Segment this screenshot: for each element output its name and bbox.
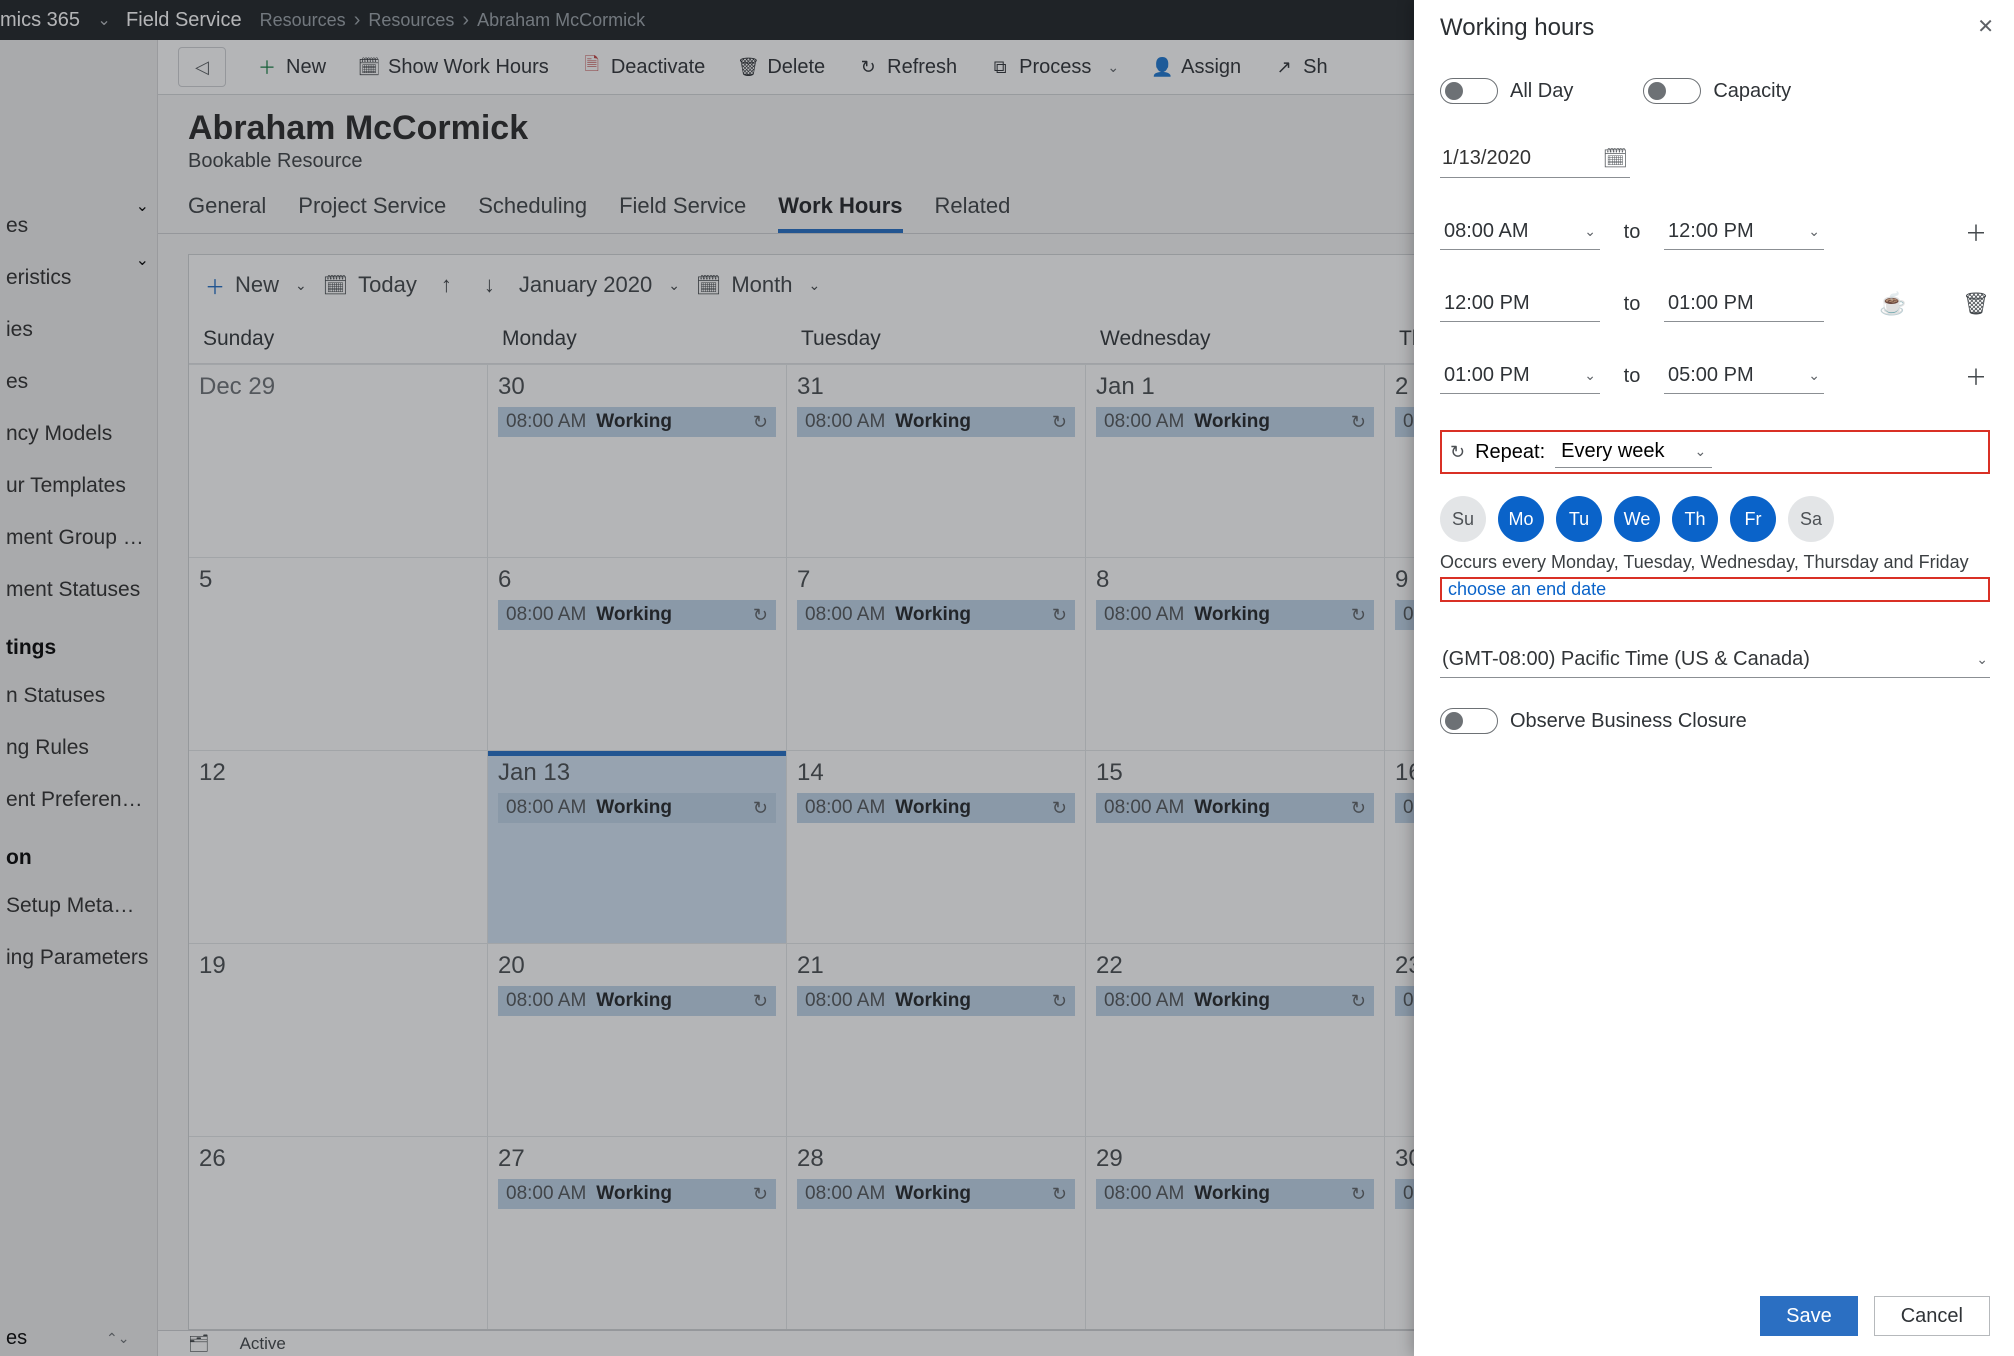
weekday-picker: Su Mo Tu We Th Fr Sa	[1440, 496, 1990, 542]
time-to-input[interactable]: 01:00 PM	[1664, 286, 1824, 322]
date-value: 1/13/2020	[1442, 147, 1531, 170]
toggle-switch[interactable]	[1643, 78, 1701, 104]
choose-end-date-link[interactable]: choose an end date	[1440, 577, 1990, 602]
to-label: to	[1618, 293, 1646, 316]
chevron-down-icon: ⌄	[1976, 651, 1988, 668]
close-button[interactable]: ✕	[1977, 14, 1994, 39]
chevron-down-icon: ⌄	[1695, 443, 1707, 460]
time-slot-row: 01:00 PM⌄ to 05:00 PM⌄ ＋	[1440, 358, 1990, 394]
capacity-toggle[interactable]: Capacity	[1643, 78, 1791, 104]
chevron-down-icon: ⌄	[1584, 223, 1596, 240]
add-slot-button[interactable]: ＋	[1962, 360, 1990, 392]
calendar-icon[interactable]: 🗓	[1603, 146, 1628, 171]
save-button[interactable]: Save	[1760, 1296, 1858, 1336]
repeat-label: Repeat:	[1475, 441, 1545, 464]
refresh-icon: ↻	[1450, 442, 1465, 463]
allday-toggle[interactable]: All Day	[1440, 78, 1573, 104]
toggle-label: Capacity	[1713, 80, 1791, 103]
recurrence-summary: Occurs every Monday, Tuesday, Wednesday,…	[1440, 552, 1990, 573]
toggle-switch[interactable]	[1440, 78, 1498, 104]
panel-title: Working hours	[1440, 14, 1990, 42]
weekday-chip-mo[interactable]: Mo	[1498, 496, 1544, 542]
date-input[interactable]: 1/13/2020 🗓	[1440, 140, 1630, 178]
weekday-chip-fr[interactable]: Fr	[1730, 496, 1776, 542]
timezone-value: (GMT-08:00) Pacific Time (US & Canada)	[1442, 648, 1810, 671]
time-from-input[interactable]: 12:00 PM	[1440, 286, 1600, 322]
chevron-down-icon: ⌄	[1584, 367, 1596, 384]
weekday-chip-su[interactable]: Su	[1440, 496, 1486, 542]
toggle-switch[interactable]	[1440, 708, 1498, 734]
time-from-input[interactable]: 01:00 PM⌄	[1440, 358, 1600, 394]
toggle-label: All Day	[1510, 80, 1573, 103]
time-slot-row: 08:00 AM⌄ to 12:00 PM⌄ ＋	[1440, 214, 1990, 250]
time-slot-row: 12:00 PM to 01:00 PM ☕ 🗑	[1440, 286, 1990, 322]
to-label: to	[1618, 221, 1646, 244]
time-to-input[interactable]: 05:00 PM⌄	[1664, 358, 1824, 394]
weekday-chip-th[interactable]: Th	[1672, 496, 1718, 542]
repeat-field[interactable]: ↻ Repeat: Every week ⌄	[1440, 430, 1990, 474]
chevron-down-icon: ⌄	[1808, 223, 1820, 240]
weekday-chip-sa[interactable]: Sa	[1788, 496, 1834, 542]
modal-scrim[interactable]	[0, 0, 1414, 1356]
time-to-input[interactable]: 12:00 PM⌄	[1664, 214, 1824, 250]
weekday-chip-tu[interactable]: Tu	[1556, 496, 1602, 542]
repeat-select[interactable]: Every week ⌄	[1555, 436, 1712, 468]
weekday-chip-we[interactable]: We	[1614, 496, 1660, 542]
add-slot-button[interactable]: ＋	[1962, 216, 1990, 248]
working-hours-panel: Working hours ✕ All Day Capacity 1/13/20…	[1414, 0, 2014, 1356]
observe-closure-toggle[interactable]: Observe Business Closure	[1440, 708, 1990, 734]
timezone-select[interactable]: (GMT-08:00) Pacific Time (US & Canada) ⌄	[1440, 642, 1990, 678]
break-icon: ☕	[1879, 291, 1907, 317]
delete-slot-button[interactable]: 🗑	[1962, 291, 1990, 317]
cancel-button[interactable]: Cancel	[1874, 1296, 1990, 1336]
to-label: to	[1618, 365, 1646, 388]
toggle-label: Observe Business Closure	[1510, 710, 1747, 733]
chevron-down-icon: ⌄	[1808, 367, 1820, 384]
repeat-value: Every week	[1561, 440, 1664, 463]
time-from-input[interactable]: 08:00 AM⌄	[1440, 214, 1600, 250]
